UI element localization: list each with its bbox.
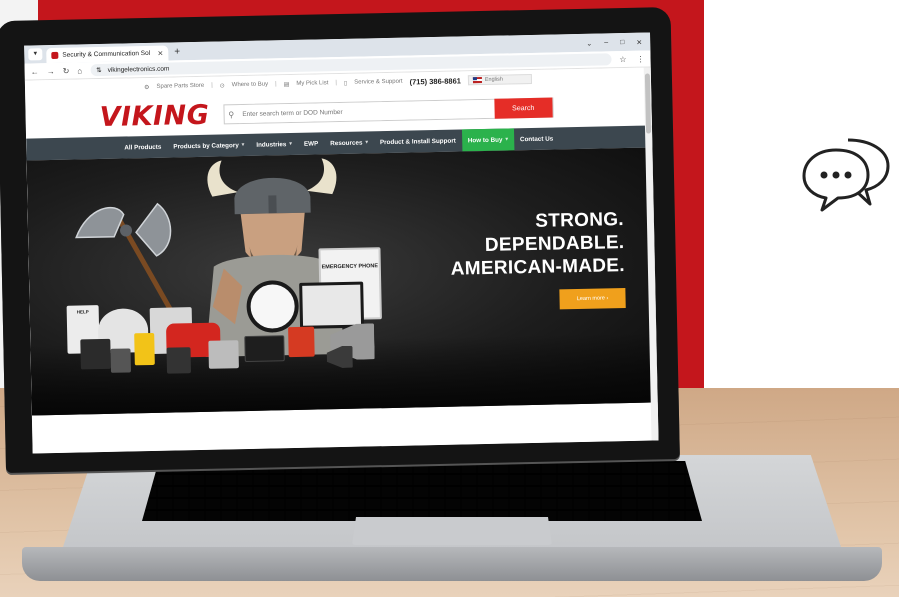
web-page: ⚙ Spare Parts Store | ⊙ Where to Buy | ▤…	[24, 67, 659, 454]
service-support-link[interactable]: Service & Support	[354, 79, 402, 86]
chevron-down-icon: ▾	[289, 141, 292, 148]
nav-item-contact-us[interactable]: Contact Us	[514, 127, 560, 150]
laptop-screen: ▾ Security & Communication Sol ✕ + ⌄ – □…	[24, 32, 659, 454]
black-keypad-product	[80, 338, 111, 370]
location-pin-icon: ⊙	[219, 82, 225, 89]
phone-number[interactable]: (715) 386-8861	[409, 76, 460, 86]
us-flag-icon	[472, 77, 482, 84]
site-search: ⚲ Search	[223, 97, 554, 125]
circuit-board-product	[244, 335, 285, 363]
viking-favicon-icon	[51, 51, 59, 60]
separator: |	[275, 81, 277, 88]
nav-item-products-by-category[interactable]: Products by Category ▾	[167, 134, 250, 158]
reload-button[interactable]: ↻	[63, 66, 70, 75]
browser-menu-icon[interactable]: ⋮	[636, 54, 644, 63]
learn-more-button[interactable]: Learn more ›	[559, 288, 626, 310]
language-value: English	[484, 76, 503, 83]
nav-item-ewp[interactable]: EWP	[298, 132, 325, 155]
hero-banner: EMERGENCY PHONE HELP STRONG. DEPENDABLE.…	[26, 147, 658, 416]
search-button[interactable]: Search	[494, 97, 553, 119]
laptop-keyboard	[142, 461, 702, 521]
silver-station-product	[208, 340, 239, 369]
nav-item-label: All Products	[124, 143, 162, 152]
tab-list-icon[interactable]: ⌄	[586, 40, 592, 48]
chat-bubbles-icon	[802, 138, 890, 212]
hero-tagline: STRONG. DEPENDABLE. AMERICAN-MADE.	[450, 208, 626, 281]
laptop-trackpad	[352, 517, 552, 545]
back-button[interactable]: ←	[31, 67, 39, 76]
laptop-base	[22, 455, 882, 590]
my-pick-list-link[interactable]: My Pick List	[296, 80, 328, 87]
phone-book-icon: ▯	[343, 80, 348, 87]
chevron-down-icon: ▾	[365, 139, 369, 146]
close-window-button[interactable]: ✕	[636, 39, 642, 47]
nav-item-label: How to Buy	[467, 136, 503, 144]
laptop-front-edge	[22, 547, 882, 581]
minimize-button[interactable]: –	[604, 39, 608, 47]
forward-button[interactable]: →	[47, 66, 55, 75]
tab-close-icon[interactable]: ✕	[157, 49, 163, 57]
nav-item-label: Contact Us	[519, 135, 554, 143]
laptop-lid: ▾ Security & Communication Sol ✕ + ⌄ – □…	[0, 7, 680, 474]
site-info-icon[interactable]: ⇅	[96, 66, 102, 74]
nav-item-label: EWP	[303, 139, 319, 148]
nav-item-product-install-support[interactable]: Product & Install Support	[374, 129, 462, 153]
alarm-panel-product	[299, 281, 365, 329]
url-text: vikingelectronics.com	[107, 65, 170, 74]
tab-title: Security & Communication Sol	[62, 49, 151, 59]
pick-list-icon: ▤	[283, 81, 290, 88]
language-select[interactable]: English	[467, 73, 532, 86]
spare-parts-link[interactable]: Spare Parts Store	[156, 83, 204, 90]
help-phone-text: HELP	[76, 309, 89, 315]
chevron-down-icon: ▾	[505, 136, 509, 143]
emergency-sign-text: EMERGENCY PHONE	[321, 263, 379, 271]
tab-search-menu[interactable]: ▾	[28, 48, 43, 61]
toolbar-right: ☆ ⋮	[619, 54, 644, 64]
magnifier-icon: ⚲	[228, 109, 235, 119]
nav-item-label: Industries	[256, 140, 287, 149]
small-keypad-product	[110, 348, 131, 373]
yellow-callbox-product	[134, 332, 155, 366]
new-tab-button[interactable]: +	[174, 46, 180, 57]
bookmark-star-icon[interactable]: ☆	[619, 54, 626, 63]
nav-item-label: Resources	[330, 139, 363, 147]
nav-item-how-to-buy[interactable]: How to Buy ▾	[461, 128, 515, 152]
chevron-down-icon: ▾	[241, 141, 245, 149]
spare-parts-icon: ⚙	[144, 84, 150, 91]
search-input[interactable]	[238, 99, 495, 124]
where-to-buy-link[interactable]: Where to Buy	[232, 81, 268, 88]
nav-item-resources[interactable]: Resources ▾	[324, 131, 374, 154]
viking-logo[interactable]: VIKING	[99, 99, 209, 132]
tagline-line-3: AMERICAN-MADE.	[450, 255, 626, 280]
red-strobe-product	[288, 326, 315, 358]
separator: |	[335, 80, 337, 87]
scrollbar-thumb[interactable]	[644, 73, 652, 134]
nav-item-all-products[interactable]: All Products	[118, 136, 168, 159]
nav-item-industries[interactable]: Industries ▾	[250, 133, 298, 156]
maximize-button[interactable]: □	[620, 39, 624, 47]
dark-station-product	[166, 347, 192, 374]
separator: |	[211, 82, 213, 89]
scene: ▾ Security & Communication Sol ✕ + ⌄ – □…	[0, 0, 899, 597]
nav-item-label: Products by Category	[173, 141, 239, 150]
nav-item-label: Product & Install Support	[379, 137, 456, 146]
home-button[interactable]: ⌂	[77, 66, 82, 75]
